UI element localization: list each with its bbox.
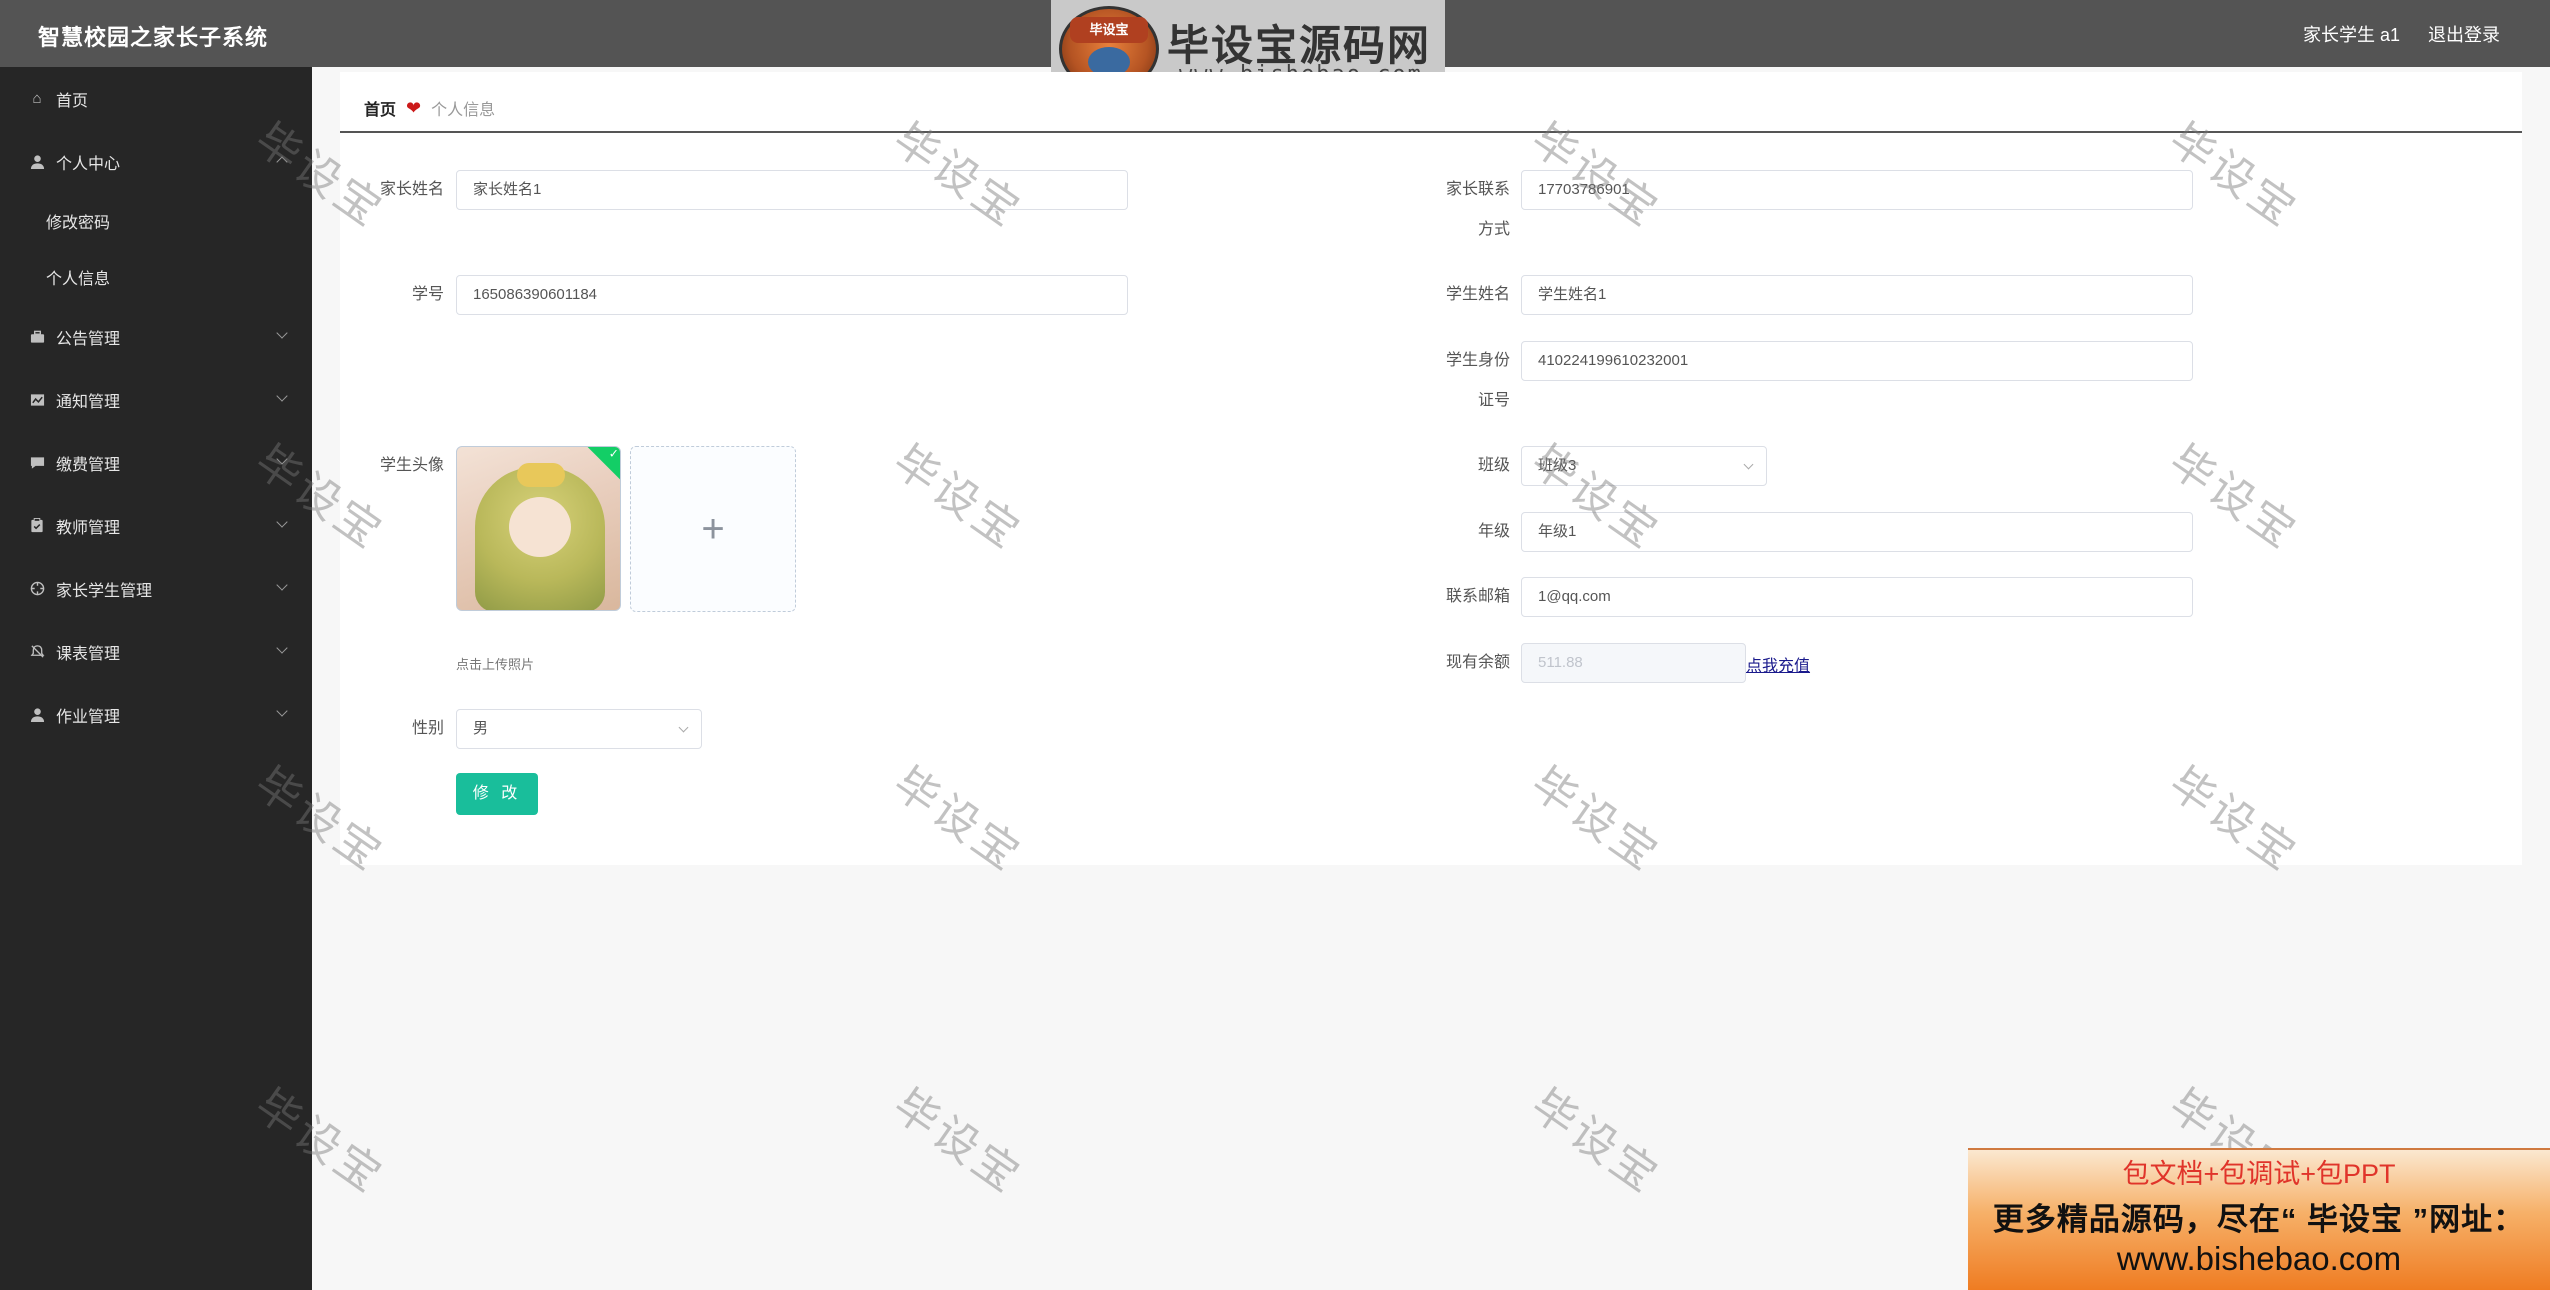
grade-label: 年级 <box>1477 523 1510 540</box>
chevron-down-icon <box>276 453 288 465</box>
chevron-down-icon <box>1743 459 1754 470</box>
sidebar-item-label: 课表管理 <box>56 645 121 663</box>
breadcrumb-current: 个人信息 <box>431 102 496 119</box>
sidebar-item-label: 公告管理 <box>56 330 121 348</box>
watermark: 毕设宝 <box>1522 1080 1669 1204</box>
avatar-bow <box>517 463 565 487</box>
gender-label: 性别 <box>411 720 444 737</box>
class-label: 班级 <box>1477 457 1510 474</box>
gender-select[interactable]: 男 <box>456 709 702 749</box>
parent-phone-input[interactable]: 17703786901 <box>1521 170 2193 210</box>
chevron-up-icon <box>276 156 288 168</box>
sidebar-item-personal-info[interactable]: 个人信息 <box>0 249 312 305</box>
sidebar-item-label: 作业管理 <box>56 708 121 726</box>
student-id-label: 学生身份 <box>1445 352 1510 369</box>
sidebar-item-label: 首页 <box>56 92 89 110</box>
avatar-face <box>509 497 571 557</box>
class-select[interactable]: 班级3 <box>1521 446 1767 486</box>
chevron-down-icon <box>276 579 288 591</box>
avatar-label: 学生头像 <box>379 457 444 474</box>
student-name-label: 学生姓名 <box>1445 286 1510 303</box>
chevron-down-icon <box>678 722 689 733</box>
top-right-menu: 家长学生 a1 退出登录 <box>2303 21 2500 47</box>
briefcase-icon <box>28 328 46 346</box>
chevron-down-icon <box>276 516 288 528</box>
sidebar-item-homework[interactable]: 作业管理 <box>0 683 312 746</box>
promo-banner[interactable]: 包文档+包调试+包PPT 更多精品源码，尽在“ 毕设宝 ”网址： www.bis… <box>1968 1148 2550 1290</box>
logout-button[interactable]: 退出登录 <box>2428 21 2500 47</box>
balance-label: 现有余额 <box>1445 654 1510 671</box>
sidebar-item-personal-center[interactable]: 个人中心 <box>0 130 312 193</box>
crosshair-icon <box>28 580 46 598</box>
heart-icon: ❤ <box>406 97 422 118</box>
student-no-input[interactable]: 165086390601184 <box>456 275 1128 315</box>
class-value: 班级3 <box>1538 457 1577 474</box>
breadcrumb-divider <box>340 131 2522 133</box>
chart-icon <box>28 391 46 409</box>
sidebar-item-label: 教师管理 <box>56 519 121 537</box>
parent-name-label: 家长姓名 <box>379 181 444 198</box>
breadcrumb: 首页 ❤ 个人信息 <box>364 96 495 120</box>
sidebar-item-label: 通知管理 <box>56 393 121 411</box>
mascot-text: 毕设宝 <box>1070 17 1148 43</box>
submit-button[interactable]: 修 改 <box>456 773 538 815</box>
sidebar-item-notifications[interactable]: 通知管理 <box>0 368 312 431</box>
plus-icon: + <box>701 506 725 551</box>
sidebar-item-announcements[interactable]: 公告管理 <box>0 305 312 368</box>
current-user[interactable]: 家长学生 a1 <box>2303 21 2400 47</box>
student-id-label-line2: 证号 <box>1477 392 1510 409</box>
sidebar-item-label: 个人中心 <box>56 155 121 173</box>
sidebar-item-label: 缴费管理 <box>56 456 121 474</box>
student-name-input[interactable]: 学生姓名1 <box>1521 275 2193 315</box>
balance-input: 511.88 <box>1521 643 1746 683</box>
chat-icon <box>28 454 46 472</box>
sidebar-item-timetable[interactable]: 课表管理 <box>0 620 312 683</box>
breadcrumb-home[interactable]: 首页 <box>364 96 396 120</box>
clipboard-icon <box>28 517 46 535</box>
sidebar-item-change-password[interactable]: 修改密码 <box>0 193 312 249</box>
student-id-input[interactable]: 410224199610232001 <box>1521 341 2193 381</box>
sidebar-item-label: 家长学生管理 <box>56 582 153 600</box>
user-icon <box>28 153 46 171</box>
chevron-down-icon <box>276 642 288 654</box>
parent-name-input[interactable]: 家长姓名1 <box>456 170 1128 210</box>
sidebar: ⌂ 首页 个人中心 修改密码 个人信息 公告管理 通知管理 缴费管理 教师管理 … <box>0 67 312 1290</box>
email-label: 联系邮箱 <box>1445 588 1510 605</box>
sidebar-item-teachers[interactable]: 教师管理 <box>0 494 312 557</box>
grade-input[interactable]: 年级1 <box>1521 512 2193 552</box>
recharge-link[interactable]: 点我充值 <box>1746 652 1810 676</box>
promo-line-3: www.bishebao.com <box>2116 1240 2402 1277</box>
watermark: 毕设宝 <box>884 1080 1031 1204</box>
app-title: 智慧校园之家长子系统 <box>38 25 269 50</box>
promo-line-2: 更多精品源码，尽在“ 毕设宝 ”网址： <box>1992 1202 2526 1237</box>
sidebar-item-parents-students[interactable]: 家长学生管理 <box>0 557 312 620</box>
uploaded-badge: ✓ <box>586 446 620 481</box>
sidebar-item-home[interactable]: ⌂ 首页 <box>0 67 312 130</box>
gender-value: 男 <box>473 720 489 737</box>
upload-hint: 点击上传照片 <box>456 657 535 672</box>
email-input[interactable]: 1@qq.com <box>1521 577 2193 617</box>
parent-phone-label-line2: 方式 <box>1477 221 1510 238</box>
promo-line-1: 包文档+包调试+包PPT <box>2122 1159 2396 1189</box>
chevron-down-icon <box>276 705 288 717</box>
student-avatar[interactable]: ✓ <box>456 446 621 611</box>
student-no-label: 学号 <box>411 286 444 303</box>
chevron-down-icon <box>276 327 288 339</box>
upload-button[interactable]: + <box>630 446 796 612</box>
user-icon <box>28 706 46 724</box>
sidebar-item-payments[interactable]: 缴费管理 <box>0 431 312 494</box>
chevron-down-icon <box>276 390 288 402</box>
home-icon: ⌂ <box>32 90 42 107</box>
bell-off-icon <box>28 643 46 661</box>
check-icon: ✓ <box>608 446 619 461</box>
parent-phone-label: 家长联系 <box>1445 181 1510 198</box>
